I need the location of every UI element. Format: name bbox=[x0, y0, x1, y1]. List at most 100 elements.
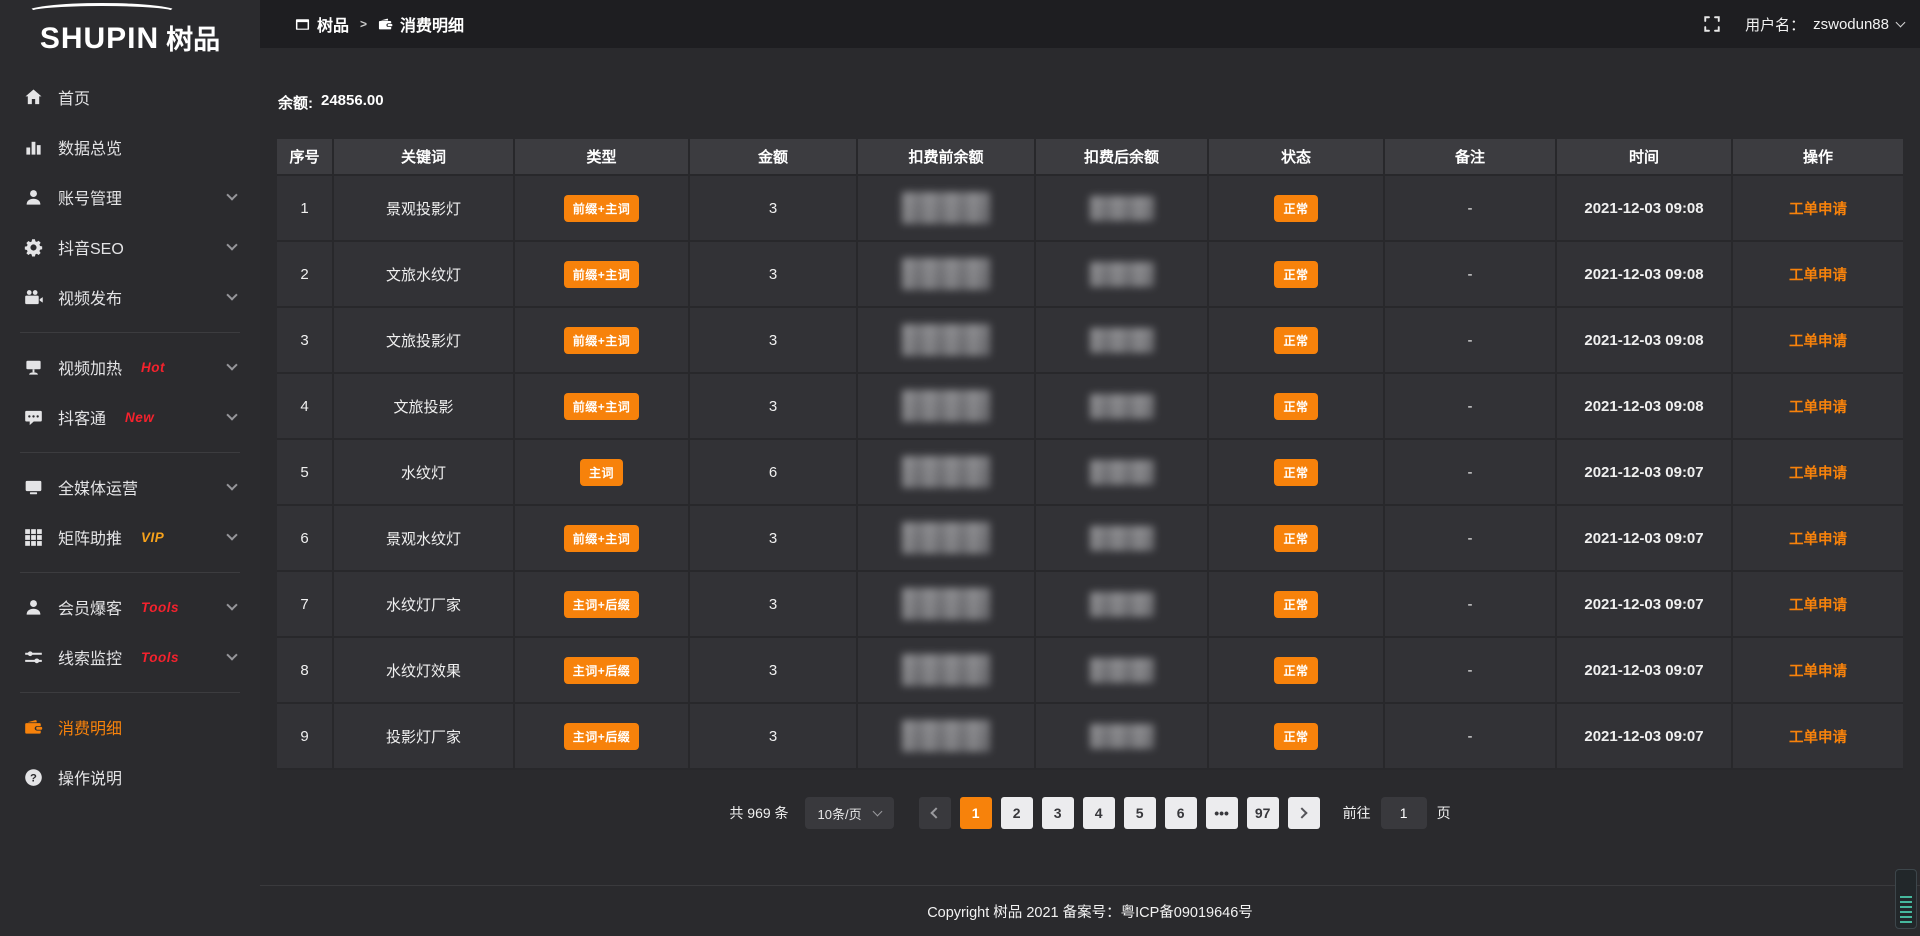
page-button-6[interactable]: 6 bbox=[1165, 797, 1197, 829]
type-badge: 前缀+主词 bbox=[564, 525, 640, 552]
cell-balance-after bbox=[1036, 308, 1209, 374]
sidebar-item-label: 会员爆客 bbox=[58, 595, 122, 619]
next-page-button[interactable] bbox=[1288, 797, 1320, 829]
page-button-2[interactable]: 2 bbox=[1001, 797, 1033, 829]
type-badge: 主词 bbox=[580, 459, 623, 486]
chevron-down-icon bbox=[226, 189, 237, 200]
cell-remark: - bbox=[1385, 440, 1557, 506]
sidebar-item-video-publish[interactable]: 视频发布 bbox=[0, 272, 260, 322]
cell-action: 工单申请 bbox=[1733, 176, 1903, 242]
ticket-apply-link[interactable]: 工单申请 bbox=[1789, 198, 1847, 219]
sidebar-item-matrix-boost[interactable]: 矩阵助推 VIP bbox=[0, 512, 260, 562]
page-button-4[interactable]: 4 bbox=[1083, 797, 1115, 829]
cell-status: 正常 bbox=[1209, 176, 1385, 242]
sidebar-item-label: 操作说明 bbox=[58, 765, 122, 789]
chevron-down-icon bbox=[1896, 17, 1906, 27]
username-label: 用户名： bbox=[1745, 14, 1805, 35]
status-badge: 正常 bbox=[1274, 195, 1317, 222]
sidebar-item-douyin-seo[interactable]: 抖音SEO bbox=[0, 222, 260, 272]
sidebar-item-badge: Tools bbox=[141, 600, 179, 615]
page-button-1[interactable]: 1 bbox=[960, 797, 992, 829]
cell-time: 2021-12-03 09:08 bbox=[1557, 176, 1733, 242]
sidebar-item-video-heating[interactable]: 视频加热 Hot bbox=[0, 342, 260, 392]
type-badge: 前缀+主词 bbox=[564, 261, 640, 288]
sidebar-item-consumption-detail[interactable]: 消费明细 bbox=[0, 702, 260, 752]
column-header: 状态 bbox=[1209, 139, 1385, 176]
cell-type: 前缀+主词 bbox=[515, 506, 690, 572]
sidebar-item-all-media-operation[interactable]: 全媒体运营 bbox=[0, 462, 260, 512]
sidebar-item-account-management[interactable]: 账号管理 bbox=[0, 172, 260, 222]
page-button-3[interactable]: 3 bbox=[1042, 797, 1074, 829]
cell-time: 2021-12-03 09:07 bbox=[1557, 440, 1733, 506]
sidebar-item-badge: Tools bbox=[141, 650, 179, 665]
cell-index: 5 bbox=[277, 440, 334, 506]
cell-amount: 3 bbox=[690, 242, 858, 308]
balance-label: 余额: bbox=[278, 92, 313, 113]
video-camera-icon bbox=[23, 287, 43, 307]
cell-balance-before bbox=[858, 704, 1036, 770]
breadcrumb-item[interactable]: 消费明细 bbox=[378, 12, 464, 36]
cell-time: 2021-12-03 09:07 bbox=[1557, 506, 1733, 572]
ticket-apply-link[interactable]: 工单申请 bbox=[1789, 660, 1847, 681]
prev-page-button[interactable] bbox=[919, 797, 951, 829]
ticket-apply-link[interactable]: 工单申请 bbox=[1789, 462, 1847, 483]
chevron-down-icon bbox=[872, 807, 882, 817]
sidebar-item-home[interactable]: 首页 bbox=[0, 72, 260, 122]
ticket-apply-link[interactable]: 工单申请 bbox=[1789, 264, 1847, 285]
cell-balance-after bbox=[1036, 242, 1209, 308]
page-button-97[interactable]: 97 bbox=[1247, 797, 1279, 829]
sidebar-item-douketong[interactable]: 抖客通 New bbox=[0, 392, 260, 442]
breadcrumb: 树品 > 消费明细 bbox=[295, 12, 464, 36]
table-row: 6 景观水纹灯 前缀+主词 3 正常 - 2021-12-03 09:07 工单… bbox=[277, 506, 1903, 572]
cell-action: 工单申请 bbox=[1733, 308, 1903, 374]
column-header: 类型 bbox=[515, 139, 690, 176]
breadcrumb-separator: > bbox=[360, 17, 367, 31]
chevron-down-icon bbox=[226, 479, 237, 490]
page-button-5[interactable]: 5 bbox=[1124, 797, 1156, 829]
cell-type: 主词+后缀 bbox=[515, 638, 690, 704]
cell-type: 前缀+主词 bbox=[515, 308, 690, 374]
window-icon bbox=[295, 17, 310, 32]
column-header: 备注 bbox=[1385, 139, 1557, 176]
table-body: 1 景观投影灯 前缀+主词 3 正常 - 2021-12-03 09:08 工单… bbox=[277, 176, 1903, 770]
page-size-select[interactable]: 10条/页 bbox=[805, 797, 894, 829]
sidebar-item-label: 抖音SEO bbox=[58, 235, 124, 259]
chevron-right-icon bbox=[1296, 807, 1307, 818]
cell-remark: - bbox=[1385, 308, 1557, 374]
ticket-apply-link[interactable]: 工单申请 bbox=[1789, 594, 1847, 615]
ticket-apply-link[interactable]: 工单申请 bbox=[1789, 726, 1847, 747]
fullscreen-icon[interactable] bbox=[1703, 15, 1721, 33]
type-badge: 前缀+主词 bbox=[564, 393, 640, 420]
breadcrumb-label: 树品 bbox=[317, 12, 349, 36]
cell-action: 工单申请 bbox=[1733, 572, 1903, 638]
chat-widget[interactable] bbox=[1895, 869, 1917, 929]
ticket-apply-link[interactable]: 工单申请 bbox=[1789, 396, 1847, 417]
monitor-icon bbox=[23, 477, 43, 497]
cell-type: 主词+后缀 bbox=[515, 704, 690, 770]
sidebar-item-clue-monitor[interactable]: 线索监控 Tools bbox=[0, 632, 260, 682]
more-pages-button[interactable]: ••• bbox=[1206, 797, 1238, 829]
wallet-icon bbox=[378, 17, 393, 32]
table-row: 4 文旅投影 前缀+主词 3 正常 - 2021-12-03 09:08 工单申… bbox=[277, 374, 1903, 440]
status-badge: 正常 bbox=[1274, 591, 1317, 618]
sidebar-item-member-promo[interactable]: 会员爆客 Tools bbox=[0, 582, 260, 632]
status-badge: 正常 bbox=[1274, 657, 1317, 684]
ticket-apply-link[interactable]: 工单申请 bbox=[1789, 528, 1847, 549]
sidebar-item-label: 消费明细 bbox=[58, 715, 122, 739]
sidebar-item-label: 账号管理 bbox=[58, 185, 122, 209]
goto-page-input[interactable] bbox=[1381, 797, 1427, 829]
sidebar-item-data-overview[interactable]: 数据总览 bbox=[0, 122, 260, 172]
breadcrumb-item[interactable]: 树品 bbox=[295, 12, 349, 36]
cell-keyword: 文旅投影灯 bbox=[334, 308, 515, 374]
brand-logo[interactable]: SHUPIN 树品 bbox=[0, 0, 260, 62]
column-header: 扣费前余额 bbox=[858, 139, 1036, 176]
redacted-balance-before bbox=[902, 456, 990, 488]
cell-status: 正常 bbox=[1209, 308, 1385, 374]
user-menu[interactable]: 用户名：zswodun88 bbox=[1745, 14, 1904, 35]
cell-type: 主词+后缀 bbox=[515, 572, 690, 638]
sidebar-item-operation-guide[interactable]: ? 操作说明 bbox=[0, 752, 260, 802]
sidebar-item-label: 视频加热 bbox=[58, 355, 122, 379]
ticket-apply-link[interactable]: 工单申请 bbox=[1789, 330, 1847, 351]
cell-balance-after bbox=[1036, 176, 1209, 242]
status-badge: 正常 bbox=[1274, 723, 1317, 750]
